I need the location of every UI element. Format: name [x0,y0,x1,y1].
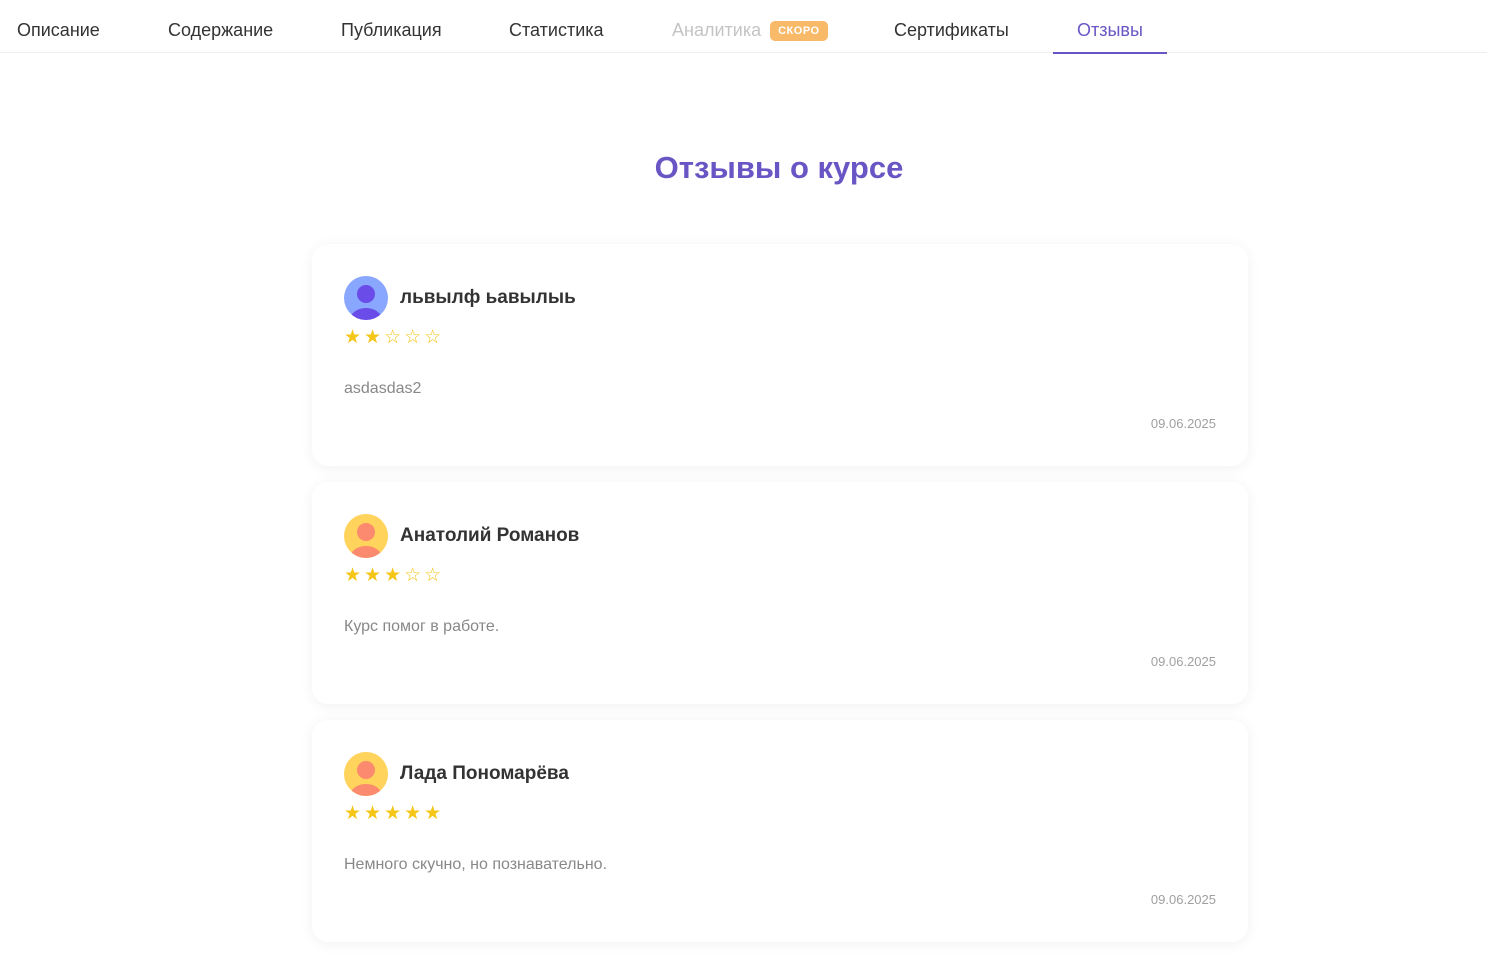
tab-label: Статистика [509,20,604,40]
review-date: 09.06.2025 [1150,416,1216,431]
review-card: львылф ьавылыь ★★☆☆☆ asdasdas2 09.06.202… [312,244,1248,466]
tab-label: Публикация [341,20,442,40]
tab-description[interactable]: Описание [17,0,100,53]
tab-label: Аналитика [672,20,762,40]
tab-publication[interactable]: Публикация [341,0,442,53]
review-text: Курс помог в работе. [344,618,500,635]
star-rating: ★★☆☆☆ [344,326,445,348]
page-title: Отзывы о курсе [654,150,904,185]
tab-certificates[interactable]: Сертификаты [894,0,1009,53]
review-author: Лада Пономарёва [400,763,569,784]
tab-analytics: Аналитика СКОРО [672,0,828,53]
reviews-list: львылф ьавылыь ★★☆☆☆ asdasdas2 09.06.202… [312,244,1248,958]
user-avatar-icon [344,752,388,796]
review-date: 09.06.2025 [1150,654,1216,669]
tab-statistics[interactable]: Статистика [509,0,604,53]
tab-label: Описание [17,20,100,40]
review-card: Анатолий Романов ★★★☆☆ Курс помог в рабо… [312,482,1248,704]
user-avatar-icon [344,276,388,320]
coming-soon-badge: СКОРО [770,21,828,41]
review-author: Анатолий Романов [400,525,580,546]
review-text: Немного скучно, но познавательно. [344,856,608,873]
review-text: asdasdas2 [344,380,422,397]
star-rating: ★★★☆☆ [344,564,445,586]
review-date: 09.06.2025 [1150,892,1216,907]
tab-label: Сертификаты [894,20,1009,40]
tab-content[interactable]: Содержание [168,0,273,53]
tab-label: Содержание [168,20,274,40]
course-tabs: Описание Содержание Публикация Статистик… [0,0,1487,54]
user-avatar-icon [344,514,388,558]
star-rating: ★★★★★ [344,802,445,824]
tab-reviews[interactable]: Отзывы [1053,0,1167,54]
review-author: львылф ьавылыь [400,287,576,308]
review-card: Лада Пономарёва ★★★★★ Немного скучно, но… [312,720,1248,942]
tab-label: Отзывы [1077,20,1143,40]
